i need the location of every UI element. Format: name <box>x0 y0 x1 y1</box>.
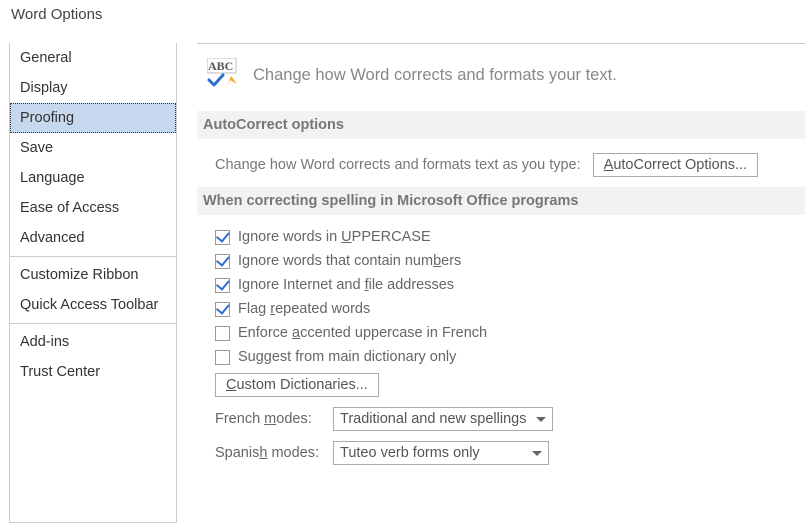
checkbox-icon[interactable] <box>215 278 230 293</box>
chevron-down-icon <box>532 451 542 456</box>
dropdown-value: Traditional and new spellings <box>340 411 526 427</box>
sidebar-item-ease-of-access[interactable]: Ease of Access <box>10 193 176 223</box>
check-label: Ignore words that contain numbers <box>238 253 461 269</box>
checkbox-icon[interactable] <box>215 326 230 341</box>
sidebar-separator <box>10 256 176 257</box>
checkbox-icon[interactable] <box>215 254 230 269</box>
spanish-modes-label: Spanish modes: <box>215 445 321 461</box>
sidebar-item-add-ins[interactable]: Add-ins <box>10 327 176 357</box>
check-flag-repeated[interactable]: Flag repeated words <box>215 301 799 317</box>
check-label: Enforce accented uppercase in French <box>238 325 487 341</box>
section-spelling-title: When correcting spelling in Microsoft Of… <box>197 187 805 215</box>
window-title: Word Options <box>11 6 102 23</box>
dropdown-value: Tuteo verb forms only <box>340 445 480 461</box>
check-label: Flag repeated words <box>238 301 370 317</box>
spanish-modes-dropdown[interactable]: Tuteo verb forms only <box>333 441 549 465</box>
sidebar-item-display[interactable]: Display <box>10 73 176 103</box>
checkbox-icon[interactable] <box>215 230 230 245</box>
sidebar-item-proofing[interactable]: Proofing <box>10 103 176 133</box>
check-suggest-main-dictionary[interactable]: Suggest from main dictionary only <box>215 349 799 365</box>
checkbox-icon[interactable] <box>215 302 230 317</box>
check-enforce-accented-french[interactable]: Enforce accented uppercase in French <box>215 325 799 341</box>
sidebar-item-trust-center[interactable]: Trust Center <box>10 357 176 387</box>
autocorrect-options-button[interactable]: AutoCorrect Options... <box>593 153 758 177</box>
autocorrect-desc: Change how Word corrects and formats tex… <box>215 157 581 173</box>
content-panel: ABC Change how Word corrects and formats… <box>197 43 805 523</box>
checkbox-icon[interactable] <box>215 350 230 365</box>
custom-dictionaries-button[interactable]: Custom Dictionaries... <box>215 373 379 397</box>
check-label: Ignore words in UPPERCASE <box>238 229 431 245</box>
check-ignore-internet-file[interactable]: Ignore Internet and file addresses <box>215 277 799 293</box>
sidebar-item-general[interactable]: General <box>10 43 176 73</box>
check-ignore-numbers[interactable]: Ignore words that contain numbers <box>215 253 799 269</box>
check-label: Suggest from main dictionary only <box>238 349 456 365</box>
sidebar-item-quick-access-toolbar[interactable]: Quick Access Toolbar <box>10 290 176 320</box>
check-ignore-uppercase[interactable]: Ignore words in UPPERCASE <box>215 229 799 245</box>
check-label: Ignore Internet and file addresses <box>238 277 454 293</box>
sidebar: General Display Proofing Save Language E… <box>9 43 177 523</box>
svg-text:ABC: ABC <box>208 59 233 73</box>
chevron-down-icon <box>536 417 546 422</box>
page-header-text: Change how Word corrects and formats you… <box>253 66 617 85</box>
french-modes-label: French modes: <box>215 411 321 427</box>
sidebar-item-customize-ribbon[interactable]: Customize Ribbon <box>10 260 176 290</box>
section-autocorrect-title: AutoCorrect options <box>197 111 805 139</box>
french-modes-dropdown[interactable]: Traditional and new spellings <box>333 407 553 431</box>
abc-check-icon: ABC <box>207 58 241 93</box>
sidebar-separator <box>10 323 176 324</box>
sidebar-item-save[interactable]: Save <box>10 133 176 163</box>
sidebar-item-advanced[interactable]: Advanced <box>10 223 176 253</box>
sidebar-item-language[interactable]: Language <box>10 163 176 193</box>
